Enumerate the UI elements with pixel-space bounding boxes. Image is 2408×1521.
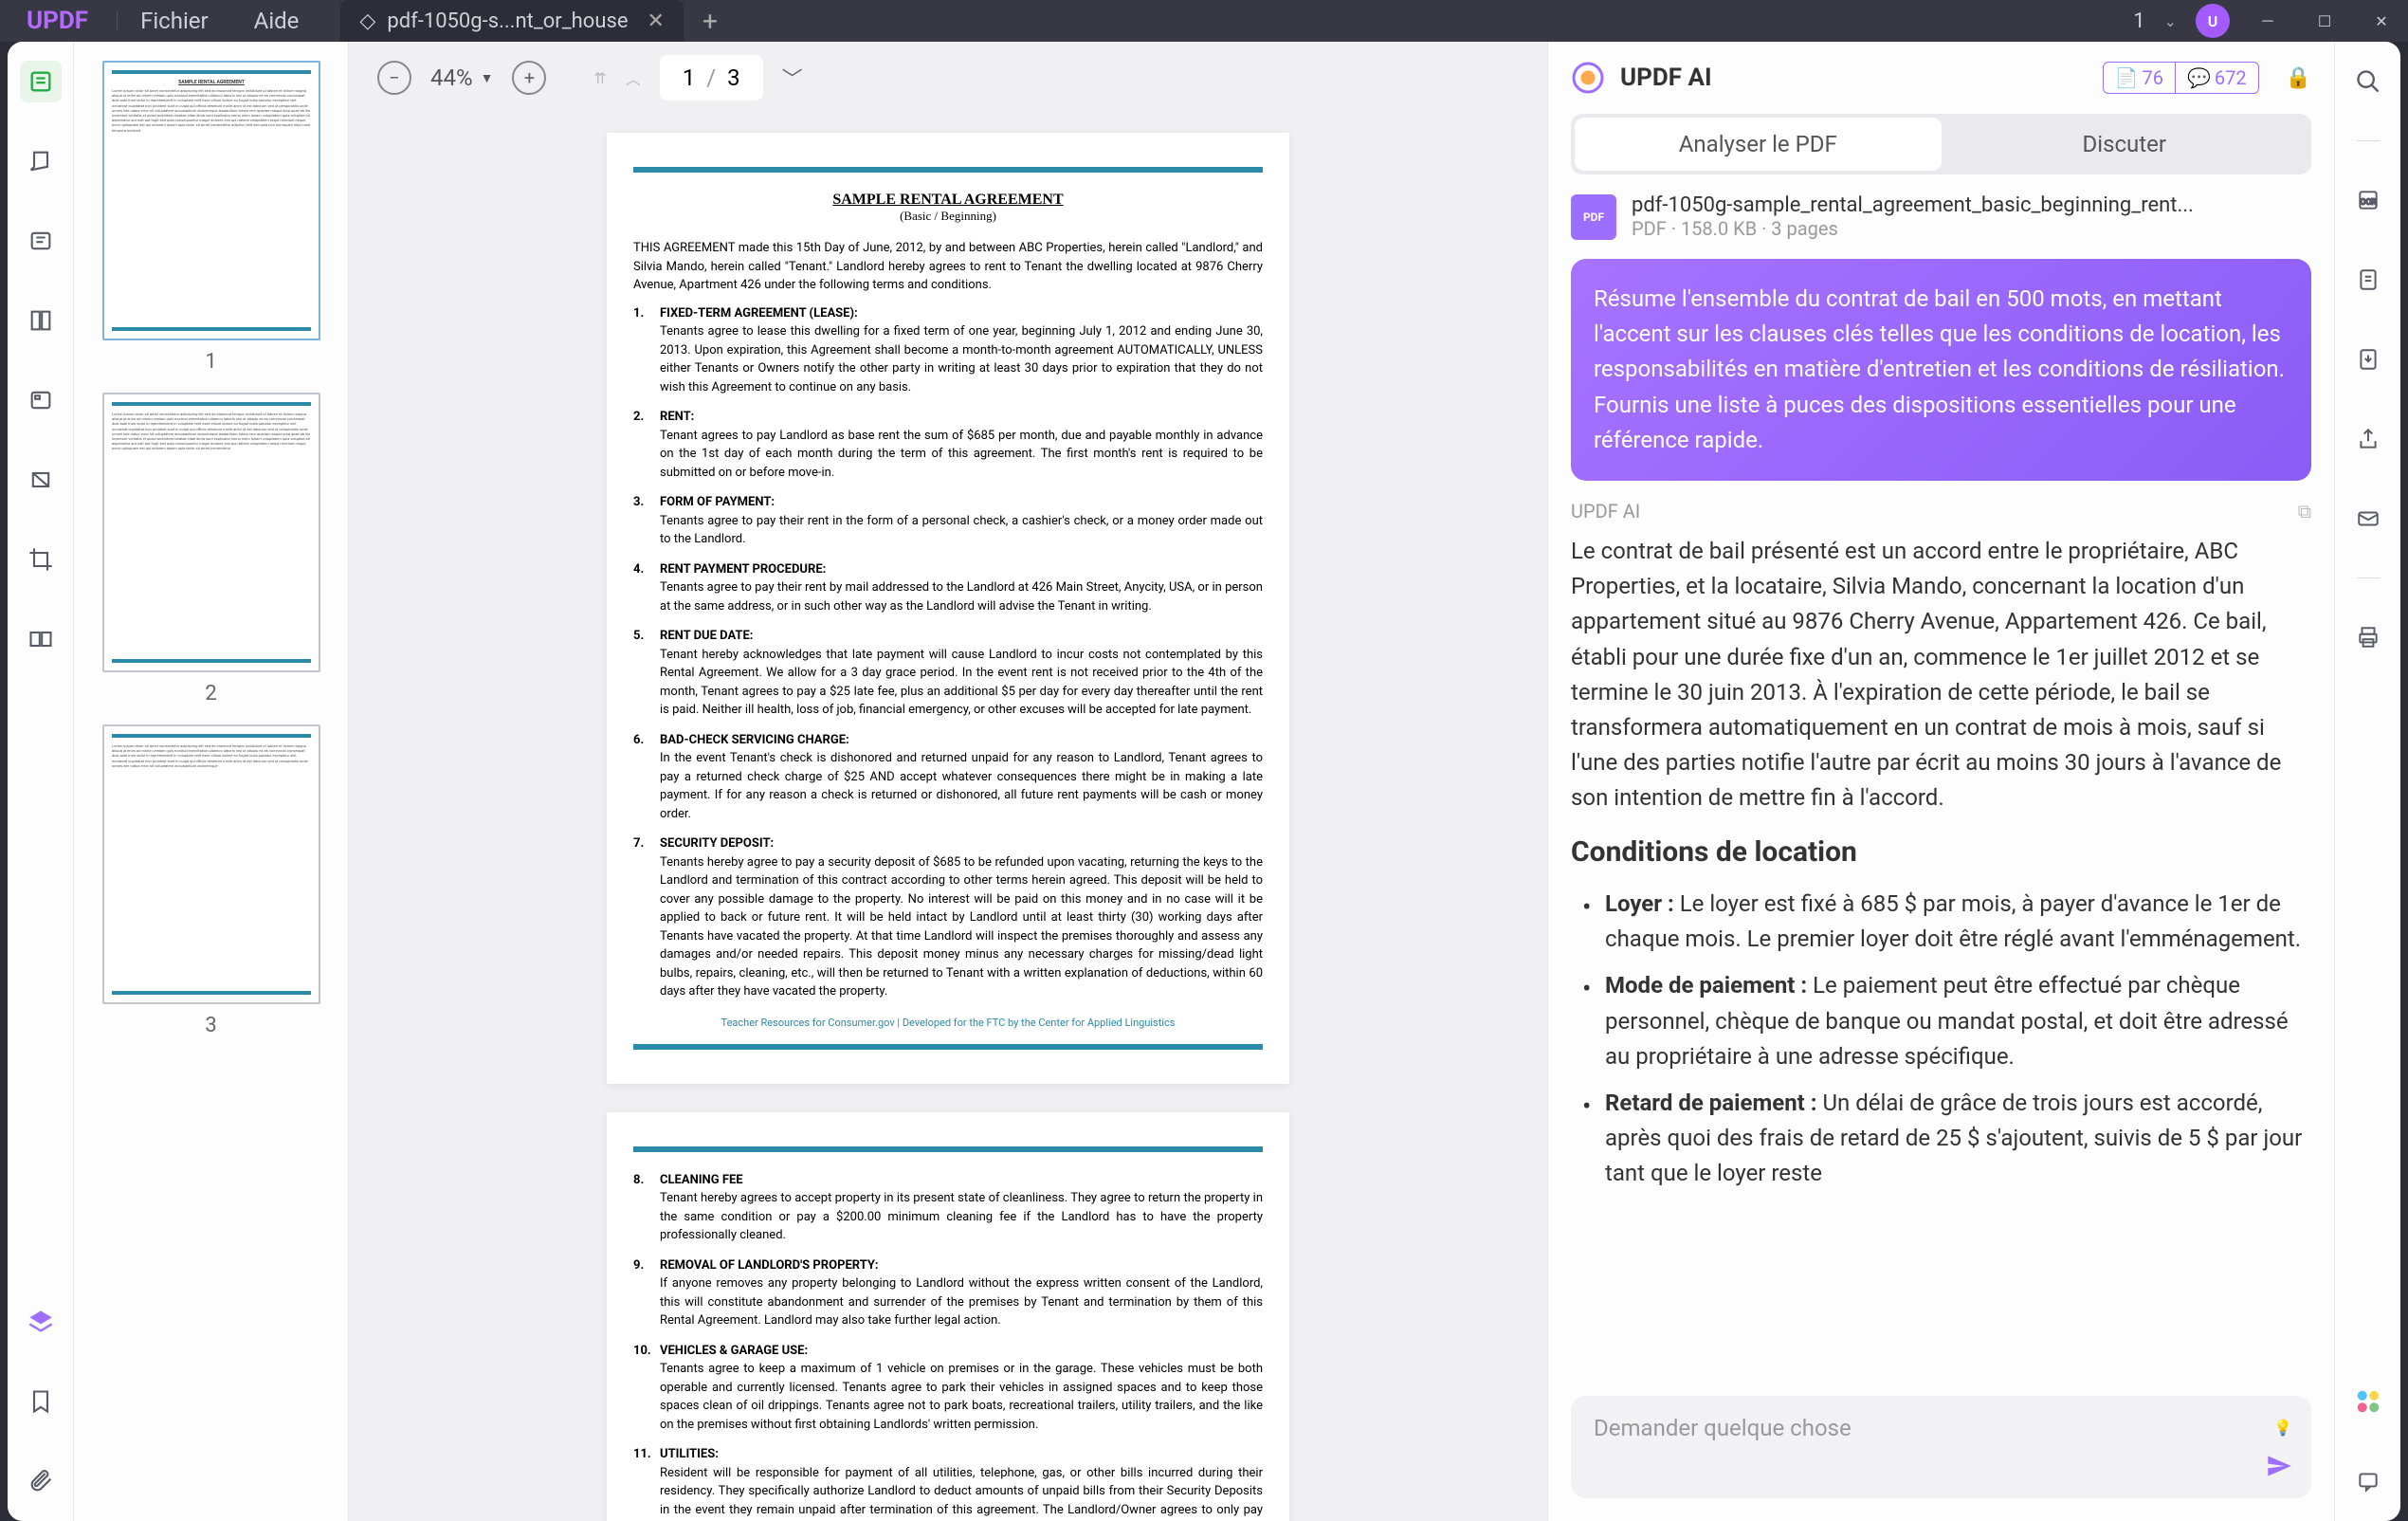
file-icon: 📄 <box>2115 66 2139 89</box>
ai-response-label: UPDF AI <box>1571 500 1640 522</box>
titlebar: UPDF Fichier Aide ◇ pdf-1050g-s...nt_or_… <box>0 0 2408 42</box>
ai-logo-icon <box>1571 61 1605 95</box>
document-icon: ◇ <box>359 9 375 33</box>
tab-analyze[interactable]: Analyser le PDF <box>1575 118 1942 171</box>
tab-title: pdf-1050g-s...nt_or_house <box>387 9 628 33</box>
user-avatar[interactable]: U <box>2196 4 2230 38</box>
doc-section: RENT:Tenant agrees to pay Landlord as ba… <box>633 408 1263 482</box>
export-icon[interactable] <box>2347 259 2389 301</box>
doc-section: SECURITY DEPOSIT:Tenants hereby agree to… <box>633 834 1263 1001</box>
file-meta: PDF · 158.0 KB · 3 pages <box>1632 217 2311 240</box>
minimize-button[interactable]: ─ <box>2249 2 2287 40</box>
email-icon[interactable] <box>2347 498 2389 540</box>
doc-intro: THIS AGREEMENT made this 15th Day of Jun… <box>633 239 1263 295</box>
doc-section: BAD-CHECK SERVICING CHARGE:In the event … <box>633 731 1263 824</box>
zoom-in-button[interactable]: + <box>512 61 546 95</box>
ai-response-heading: Conditions de location <box>1571 831 2311 875</box>
redact-tool[interactable] <box>20 459 62 501</box>
close-button[interactable]: ✕ <box>2362 2 2400 40</box>
zoom-value[interactable]: 44% ▼ <box>430 64 493 91</box>
chevron-down-icon[interactable]: ⌄ <box>2164 12 2177 30</box>
bookmark-tool[interactable] <box>20 1381 62 1422</box>
ai-title: UPDF AI <box>1620 64 1712 92</box>
thumbnail-panel: SAMPLE RENTAL AGREEMENT Lorem ipsum dolo… <box>74 42 349 1521</box>
doc-section: FIXED-TERM AGREEMENT (LEASE):Tenants agr… <box>633 304 1263 397</box>
doc-section: RENT DUE DATE:Tenant hereby acknowledges… <box>633 627 1263 720</box>
document-page: SAMPLE RENTAL AGREEMENT (Basic / Beginni… <box>607 133 1289 1084</box>
ocr-icon[interactable]: OCR <box>2347 179 2389 221</box>
comment-tool[interactable] <box>20 140 62 182</box>
zoom-out-button[interactable]: − <box>377 61 411 95</box>
doc-subtitle: (Basic / Beginning) <box>633 209 1263 224</box>
ai-credit-badges[interactable]: 📄76 💬672 <box>2103 62 2259 94</box>
close-tab-icon[interactable]: ✕ <box>648 9 665 33</box>
tab-count: 1 <box>2133 9 2144 33</box>
comment-side-icon[interactable] <box>2347 1460 2389 1502</box>
doc-footer: Teacher Resources for Consumer.gov | Dev… <box>633 1017 1263 1029</box>
chat-icon: 💬 <box>2187 66 2211 89</box>
ai-response-intro: Le contrat de bail présenté est un accor… <box>1571 534 2311 816</box>
doc-section: 11.UTILITIES:Resident will be responsibl… <box>633 1445 1263 1521</box>
lightbulb-icon[interactable]: 💡 <box>2273 1419 2292 1437</box>
compare-tool[interactable] <box>20 618 62 660</box>
right-toolbar: OCR <box>2334 42 2400 1521</box>
next-page-icon[interactable]: ﹀ <box>782 63 803 93</box>
document-tab[interactable]: ◇ pdf-1050g-s...nt_or_house ✕ <box>340 0 684 42</box>
doc-title: SAMPLE RENTAL AGREEMENT <box>633 192 1263 209</box>
new-tab-button[interactable]: + <box>702 6 718 37</box>
layers-tool[interactable] <box>20 1301 62 1343</box>
prev-page-icon[interactable]: ︿ <box>626 66 641 89</box>
ai-bullet: Mode de paiement : Le paiement peut être… <box>1605 968 2311 1074</box>
search-icon[interactable] <box>2347 61 2389 102</box>
left-toolbar <box>8 42 74 1521</box>
page-input[interactable]: 1 / 3 <box>660 55 763 101</box>
lock-icon[interactable]: 🔒 <box>2286 66 2311 90</box>
document-view: − 44% ▼ + ⇈ ︿ 1 / 3 ﹀ SAMPLE RENTAL AGRE… <box>349 42 1547 1521</box>
ai-user-prompt: Résume l'ensemble du contrat de bail en … <box>1571 259 2311 481</box>
organize-tool[interactable] <box>20 300 62 341</box>
ai-panel: UPDF AI 📄76 💬672 🔒 Analyser le PDF Discu… <box>1547 42 2334 1521</box>
maximize-button[interactable]: ☐ <box>2306 2 2344 40</box>
ai-response: Le contrat de bail présenté est un accor… <box>1548 534 2334 1381</box>
ai-tabs: Analyser le PDF Discuter <box>1571 114 2311 174</box>
thumbnail-number: 2 <box>102 682 319 706</box>
ai-bullet: Retard de paiement : Un délai de grâce d… <box>1605 1086 2311 1192</box>
reader-tool[interactable] <box>20 61 62 102</box>
thumbnail[interactable]: Lorem ipsum dolor sit amet consectetur a… <box>102 393 319 706</box>
ai-icon[interactable] <box>2347 1381 2389 1422</box>
send-button[interactable] <box>2266 1453 2292 1479</box>
thumbnail[interactable]: Lorem ipsum dolor sit amet consectetur a… <box>102 724 319 1037</box>
doc-section: 8.CLEANING FEETenant hereby agrees to ac… <box>633 1171 1263 1245</box>
first-page-icon[interactable]: ⇈ <box>593 69 606 87</box>
ai-file-row: PDF pdf-1050g-sample_rental_agreement_ba… <box>1548 193 2334 259</box>
print-icon[interactable] <box>2347 616 2389 658</box>
ai-input[interactable]: Demander quelque chose <box>1571 1396 2311 1498</box>
menu-file[interactable]: Fichier <box>140 8 209 34</box>
edit-tool[interactable] <box>20 220 62 262</box>
doc-section: 10.VEHICLES & GARAGE USE:Tenants agree t… <box>633 1342 1263 1435</box>
ai-bullet: Loyer : Le loyer est fixé à 685 $ par mo… <box>1605 887 2311 957</box>
doc-section: RENT PAYMENT PROCEDURE:Tenants agree to … <box>633 560 1263 616</box>
pdf-icon: PDF <box>1571 194 1616 240</box>
doc-section: 9.REMOVAL OF LANDLORD'S PROPERTY:If anyo… <box>633 1256 1263 1330</box>
menu-help[interactable]: Aide <box>254 8 300 34</box>
document-scroll[interactable]: SAMPLE RENTAL AGREEMENT (Basic / Beginni… <box>349 114 1547 1521</box>
attachment-tool[interactable] <box>20 1460 62 1502</box>
thumbnail-number: 1 <box>102 350 319 374</box>
form-tool[interactable] <box>20 379 62 421</box>
crop-tool[interactable] <box>20 539 62 580</box>
svg-text:OCR: OCR <box>2360 197 2377 207</box>
file-name: pdf-1050g-sample_rental_agreement_basic_… <box>1632 193 2311 217</box>
thumbnail[interactable]: SAMPLE RENTAL AGREEMENT Lorem ipsum dolo… <box>102 61 319 374</box>
thumbnail-number: 3 <box>102 1014 319 1037</box>
tab-chat[interactable]: Discuter <box>1942 118 2308 171</box>
document-page: 8.CLEANING FEETenant hereby agrees to ac… <box>607 1112 1289 1521</box>
doc-section: FORM OF PAYMENT:Tenants agree to pay the… <box>633 493 1263 549</box>
app-logo[interactable]: UPDF <box>27 7 88 35</box>
copy-icon[interactable]: ⧉ <box>2298 500 2311 522</box>
document-toolbar: − 44% ▼ + ⇈ ︿ 1 / 3 ﹀ <box>349 42 1547 114</box>
save-as-icon[interactable] <box>2347 339 2389 380</box>
share-icon[interactable] <box>2347 418 2389 460</box>
